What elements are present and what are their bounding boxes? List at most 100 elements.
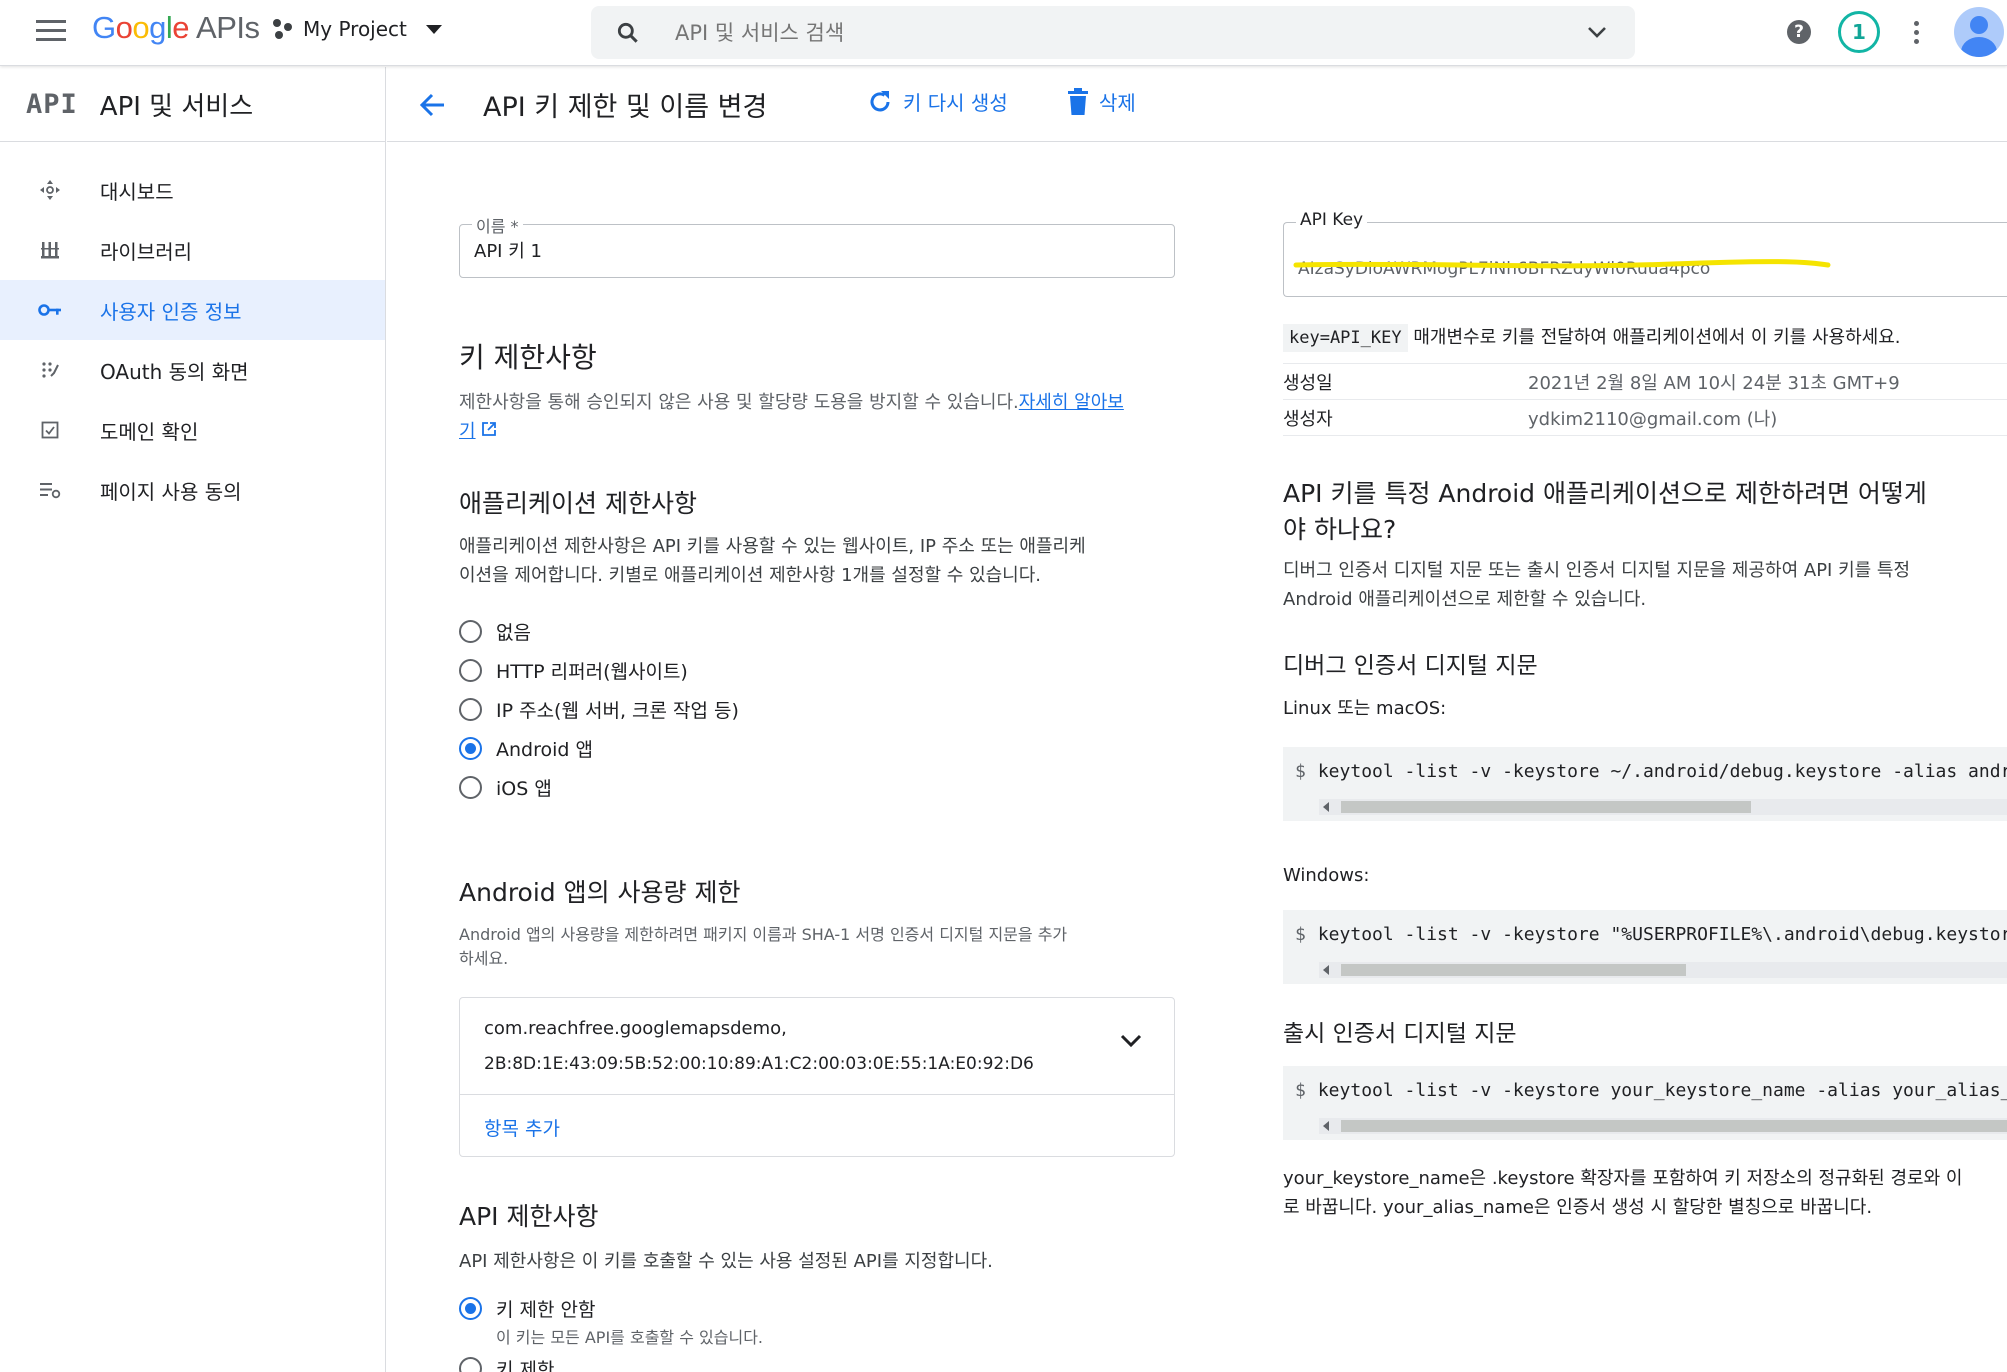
help-icon[interactable]: ? (1787, 20, 1811, 44)
debug-fingerprint-title: 디버그 인증서 디지털 지문 (1283, 653, 1538, 679)
sidebar-item-label: 사용자 인증 정보 (100, 299, 242, 324)
radio-circle-selected (459, 1296, 482, 1320)
logo-google: Google (92, 10, 190, 45)
redaction-mark (1293, 259, 1831, 269)
search-bar[interactable] (591, 6, 1635, 59)
scroll-left-icon[interactable] (1323, 1121, 1329, 1131)
avatar[interactable] (1954, 7, 2004, 57)
main-menu-icon[interactable] (36, 20, 66, 44)
scrollbar-thumb[interactable] (1341, 801, 1751, 813)
top-app-bar: GoogleAPIs My Project ? 1 (0, 0, 2007, 66)
release-footer-text: your_keystore_name은 .keystore 확장자를 포함하여 … (1283, 1164, 2007, 1222)
refresh-icon (870, 90, 890, 111)
trash-icon (1068, 87, 1088, 115)
regenerate-key-label: 키 다시 생성 (903, 91, 1008, 115)
shell-prompt: $ (1295, 1080, 1306, 1101)
caret-down-icon (425, 24, 442, 34)
dashboard-icon (0, 179, 100, 201)
add-item-button[interactable]: 항목 추가 (484, 1114, 560, 1141)
radio-circle (459, 1356, 482, 1372)
delete-label: 삭제 (1099, 91, 1136, 115)
sidebar: API API 및 서비스 대시보드 라이브러리 사용자 인증 정보 OAuth… (0, 67, 386, 1372)
name-input[interactable] (474, 239, 1154, 260)
radio-label: 키 제한 (496, 1358, 555, 1372)
search-input[interactable] (675, 14, 1535, 51)
horizontal-scrollbar[interactable] (1319, 1118, 2007, 1134)
app-restrictions-desc-line-2: 이션을 제어합니다. 키별로 애플리케이션 제한사항 1개를 설정할 수 있습니… (459, 565, 1042, 586)
help-title-line-1: API 키를 특정 Android 애플리케이션으로 제한하려면 어떻게 (1283, 479, 1927, 508)
radio-none[interactable]: 없음 (459, 612, 1175, 651)
sidebar-item-label: 도메인 확인 (100, 419, 199, 444)
sidebar-nav: 대시보드 라이브러리 사용자 인증 정보 OAuth 동의 화면 도메인 확인 (0, 160, 385, 520)
radio-label: IP 주소(웹 서버, 크론 작업 등) (496, 700, 739, 722)
horizontal-scrollbar[interactable] (1319, 799, 2007, 815)
linux-label: Linux 또는 macOS: (1283, 698, 1447, 719)
api-key-label: API Key (1296, 210, 1368, 230)
key-param-code: key=API_KEY (1283, 324, 1408, 352)
sidebar-item-domain[interactable]: 도메인 확인 (0, 400, 385, 460)
sidebar-item-label: 라이브러리 (100, 239, 192, 264)
android-package-list: com.reachfree.googlemapsdemo, 2B:8D:1E:4… (459, 997, 1175, 1157)
radio-circle-selected (459, 737, 482, 760)
app-restrictions-title: 애플리케이션 제한사항 (459, 489, 697, 518)
api-logo-icon: API (26, 88, 78, 120)
sidebar-item-library[interactable]: 라이브러리 (0, 220, 385, 280)
key-info-panel: API Key AIzaSyDloAWRMogPL7iNh6BFRZdyWl0R… (1283, 200, 2007, 1222)
windows-command-text: keytool -list -v -keystore "%USERPROFILE… (1317, 924, 2007, 945)
scroll-left-icon[interactable] (1323, 802, 1329, 812)
shell-prompt: $ (1295, 924, 1306, 945)
release-footer-line-2: 로 바꿉니다. your_alias_name은 인증서 생성 시 할당한 별칭… (1283, 1197, 1873, 1218)
page-title: API 키 제한 및 이름 변경 (483, 92, 768, 123)
notification-badge[interactable]: 1 (1838, 11, 1880, 53)
android-usage-desc-line-2: 하세요. (459, 949, 509, 968)
sidebar-item-label: OAuth 동의 화면 (100, 359, 249, 384)
windows-label: Windows: (1283, 865, 1370, 886)
android-package-item[interactable]: com.reachfree.googlemapsdemo, 2B:8D:1E:4… (460, 998, 1174, 1095)
back-arrow-icon[interactable] (417, 89, 449, 121)
api-key-field[interactable]: API Key AIzaSyDloAWRMogPL7iNh6BFRZdyWl0R… (1283, 210, 2007, 297)
windows-code-block[interactable]: $ keytool -list -v -keystore "%USERPROFIL… (1283, 910, 2007, 984)
scrollbar-thumb[interactable] (1341, 1120, 2007, 1132)
key-metadata: 생성일 2021년 2월 8일 AM 10시 24분 31초 GMT+9 생성자… (1283, 363, 2007, 436)
delete-button[interactable]: 삭제 (1067, 87, 1136, 116)
linux-code-block[interactable]: $ keytool -list -v -keystore ~/.android/d… (1283, 747, 2007, 821)
chevron-down-icon[interactable] (1120, 1034, 1142, 1048)
radio-label: HTTP 리퍼러(웹사이트) (496, 661, 688, 683)
radio-ip-address[interactable]: IP 주소(웹 서버, 크론 작업 등) (459, 690, 1175, 729)
api-restrictions-desc: API 제한사항은 이 키를 호출할 수 있는 사용 설정된 API를 지정합니… (459, 1251, 993, 1272)
sidebar-item-credentials[interactable]: 사용자 인증 정보 (0, 280, 385, 340)
radio-ios-app[interactable]: iOS 앱 (459, 768, 1175, 807)
horizontal-scrollbar[interactable] (1319, 962, 2007, 978)
external-link-icon[interactable] (481, 421, 497, 437)
sidebar-title: API 및 서비스 (99, 91, 254, 122)
creator-value: ydkim2110@gmail.com (나) (1528, 408, 1778, 430)
domain-verification-icon (0, 421, 100, 439)
key-usage-hint: key=API_KEY 매개변수로 키를 전달하여 애플리케이션에서 이 키를 … (1283, 323, 2007, 352)
name-field[interactable]: 이름 * (459, 213, 1175, 278)
google-apis-logo[interactable]: Google APIs (92, 10, 260, 46)
sidebar-item-dashboard[interactable]: 대시보드 (0, 160, 385, 220)
app-restrictions-desc: 애플리케이션 제한사항은 API 키를 사용할 수 있는 웹사이트, IP 주소… (459, 532, 1175, 590)
radio-label: Android 앱 (496, 739, 593, 761)
created-label: 생성일 (1283, 372, 1333, 394)
radio-label: iOS 앱 (496, 778, 552, 800)
key-restrictions-title: 키 제한사항 (459, 341, 597, 374)
sidebar-item-oauth[interactable]: OAuth 동의 화면 (0, 340, 385, 400)
chevron-down-icon[interactable] (1587, 26, 1607, 38)
name-field-label: 이름 * (472, 213, 523, 237)
radio-no-restriction[interactable]: 키 제한 안함 (459, 1292, 1175, 1324)
project-selector[interactable]: My Project (272, 17, 442, 41)
scroll-left-icon[interactable] (1323, 965, 1329, 975)
sidebar-item-page-consent[interactable]: 페이지 사용 동의 (0, 460, 385, 520)
radio-restrict-key[interactable]: 키 제한 (459, 1348, 1175, 1372)
radio-circle (459, 698, 482, 721)
page-consent-icon (0, 481, 100, 499)
regenerate-key-button[interactable]: 키 다시 생성 (867, 87, 1008, 116)
radio-http-referrer[interactable]: HTTP 리퍼러(웹사이트) (459, 651, 1175, 690)
scrollbar-thumb[interactable] (1341, 964, 1686, 976)
linux-command: $ keytool -list -v -keystore ~/.android/d… (1295, 761, 2007, 782)
api-restriction-options: 키 제한 안함 이 키는 모든 API를 호출할 수 있습니다. 키 제한 (459, 1292, 1175, 1372)
release-code-block[interactable]: $ keytool -list -v -keystore your_keystor… (1283, 1066, 2007, 1140)
more-options-icon[interactable] (1914, 21, 1920, 45)
radio-android-app[interactable]: Android 앱 (459, 729, 1175, 768)
